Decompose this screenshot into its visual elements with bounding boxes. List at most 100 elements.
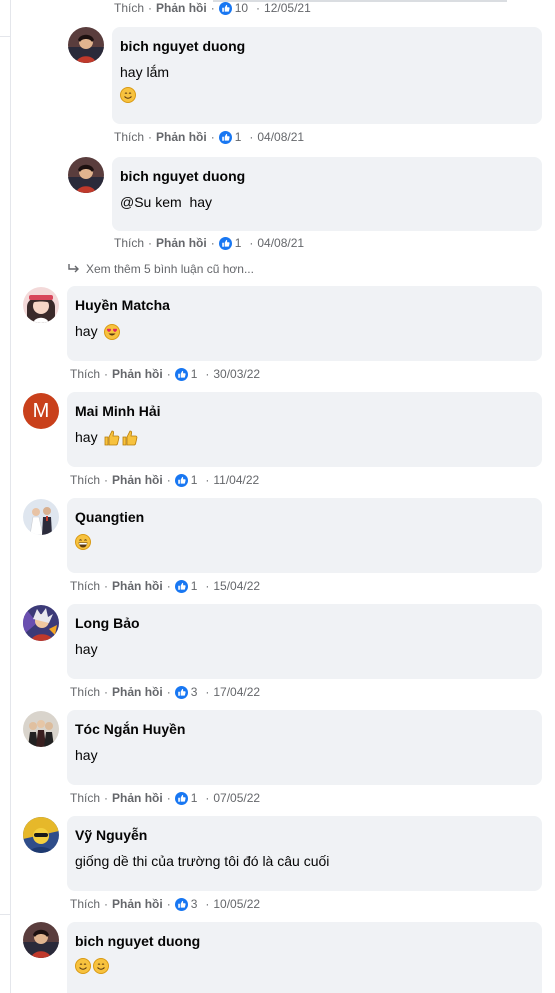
like-count: 1 — [190, 579, 198, 593]
comment-meta: Thích · Phản hồi · 1 · 04/08/21 — [114, 236, 305, 250]
reply-bubble: bich nguyet duong @Su kem hay — [112, 157, 542, 231]
comment-bubble: Huyền Matcha hay — [67, 286, 542, 361]
comment-meta: Thích · Phản hồi · 1 · 11/04/22 — [70, 473, 260, 487]
avatar[interactable] — [68, 27, 104, 63]
reply-link[interactable]: Phản hồi — [112, 473, 163, 487]
like-link[interactable]: Thích — [114, 1, 144, 15]
reply-link[interactable]: Phản hồi — [112, 791, 163, 805]
avatar[interactable]: M — [23, 393, 59, 429]
reply-link[interactable]: Phản hồi — [156, 1, 207, 15]
comment-bubble: bich nguyet duong — [67, 922, 542, 993]
comment-text: hay — [75, 428, 534, 447]
grin-emoji-icon — [75, 534, 91, 550]
comment-bubble: Tóc Ngắn Huyền hay — [67, 710, 542, 785]
comment-text — [75, 958, 534, 974]
comment-text: @Su kem hay — [120, 194, 213, 210]
comment-meta: Thích · Phản hồi · 3 · 10/05/22 — [70, 897, 261, 911]
comment-date: 15/04/22 — [213, 579, 261, 593]
like-icon — [174, 897, 188, 911]
comment-meta: Thích · Phản hồi · 1 · 15/04/22 — [70, 579, 261, 593]
comment-author[interactable]: Long Bảo — [75, 614, 534, 632]
comment-author[interactable]: Huyền Matcha — [75, 296, 534, 314]
comment-bubble: Mai Minh Hải hay — [67, 392, 542, 467]
like-icon — [174, 579, 188, 593]
comment-bubble: Vỹ Nguyễn giống dề thi của trường tôi đó… — [67, 816, 542, 891]
thumbs-up-emoji-icon — [122, 430, 137, 445]
thumbs-up-emoji-icon — [104, 430, 119, 445]
reply-link[interactable]: Phản hồi — [112, 897, 163, 911]
like-count: 1 — [190, 791, 198, 805]
comment-author[interactable]: bich nguyet duong — [75, 932, 534, 950]
smile-emoji-icon — [93, 958, 109, 974]
avatar[interactable] — [23, 605, 59, 641]
comment-author[interactable]: Tóc Ngắn Huyền — [75, 720, 534, 738]
like-icon — [174, 367, 188, 381]
comment-text: hay — [75, 747, 98, 763]
smile-emoji-icon — [75, 958, 91, 974]
avatar[interactable] — [23, 817, 59, 853]
like-count: 1 — [234, 236, 242, 250]
reply-link[interactable]: Phản hồi — [112, 579, 163, 593]
reply-link[interactable]: Phản hồi — [112, 685, 163, 699]
like-icon — [174, 791, 188, 805]
comment-meta: Thích · Phản hồi · 1 · 30/03/22 — [70, 367, 261, 381]
like-link[interactable]: Thích — [114, 130, 144, 144]
comment-author[interactable]: Quangtien — [75, 508, 534, 526]
like-icon — [218, 130, 232, 144]
like-link[interactable]: Thích — [70, 367, 100, 381]
comment-date: 30/03/22 — [213, 367, 261, 381]
like-count: 10 — [234, 1, 249, 15]
like-count: 1 — [190, 473, 198, 487]
like-link[interactable]: Thích — [70, 579, 100, 593]
comment-date: 10/05/22 — [213, 897, 261, 911]
top-comment-meta: Thích · Phản hồi · 10 · 12/05/21 — [114, 1, 311, 15]
heart-eyes-emoji-icon — [103, 323, 120, 340]
comment-author[interactable]: Vỹ Nguyễn — [75, 826, 534, 844]
comment-bubble: Quangtien — [67, 498, 542, 573]
reply-arrow-icon — [68, 264, 79, 273]
comment-text: hay — [75, 322, 534, 341]
reply-link[interactable]: Phản hồi — [112, 367, 163, 381]
comment-date: 04/08/21 — [257, 236, 305, 250]
like-count: 1 — [190, 367, 198, 381]
comment-author[interactable]: bich nguyet duong — [120, 37, 534, 55]
avatar[interactable] — [23, 711, 59, 747]
like-count: 3 — [190, 685, 198, 699]
comment-text: giống dề thi của trường tôi đó là câu cu… — [75, 853, 330, 869]
comment-text: hay — [75, 641, 98, 657]
comment-text: hay lắm — [120, 64, 170, 80]
reply-link[interactable]: Phản hồi — [156, 236, 207, 250]
like-link[interactable]: Thích — [70, 685, 100, 699]
see-more-label: Xem thêm 5 bình luận cũ hơn... — [86, 262, 254, 276]
avatar[interactable] — [23, 287, 59, 323]
reply-link[interactable]: Phản hồi — [156, 130, 207, 144]
like-link[interactable]: Thích — [70, 897, 100, 911]
comment-date: 07/05/22 — [213, 791, 261, 805]
comment-meta: Thích · Phản hồi · 1 · 04/08/21 — [114, 130, 305, 144]
comment-author[interactable]: bich nguyet duong — [120, 167, 534, 185]
see-more-comments-link[interactable]: Xem thêm 5 bình luận cũ hơn... — [68, 262, 254, 276]
like-link[interactable]: Thích — [70, 473, 100, 487]
like-count: 1 — [234, 130, 242, 144]
like-link[interactable]: Thích — [114, 236, 144, 250]
smile-emoji-icon — [120, 86, 136, 103]
like-icon — [174, 685, 188, 699]
like-icon — [218, 236, 232, 250]
comment-author[interactable]: Mai Minh Hải — [75, 402, 534, 420]
like-link[interactable]: Thích — [70, 791, 100, 805]
comment-meta: Thích · Phản hồi · 3 · 17/04/22 — [70, 685, 261, 699]
emoji-line — [120, 86, 534, 104]
left-notch — [0, 36, 10, 37]
comment-date: 11/04/22 — [213, 473, 260, 487]
avatar-letter: M — [32, 399, 50, 422]
comment-date: 04/08/21 — [257, 130, 305, 144]
left-notch — [0, 914, 10, 915]
avatar[interactable] — [68, 157, 104, 193]
comment-date: 12/05/21 — [264, 1, 311, 15]
like-icon — [218, 1, 232, 15]
avatar[interactable] — [23, 499, 59, 535]
comment-text — [75, 534, 534, 550]
avatar[interactable] — [23, 922, 59, 958]
reply-bubble: bich nguyet duong hay lắm — [112, 27, 542, 124]
left-divider — [10, 0, 11, 993]
